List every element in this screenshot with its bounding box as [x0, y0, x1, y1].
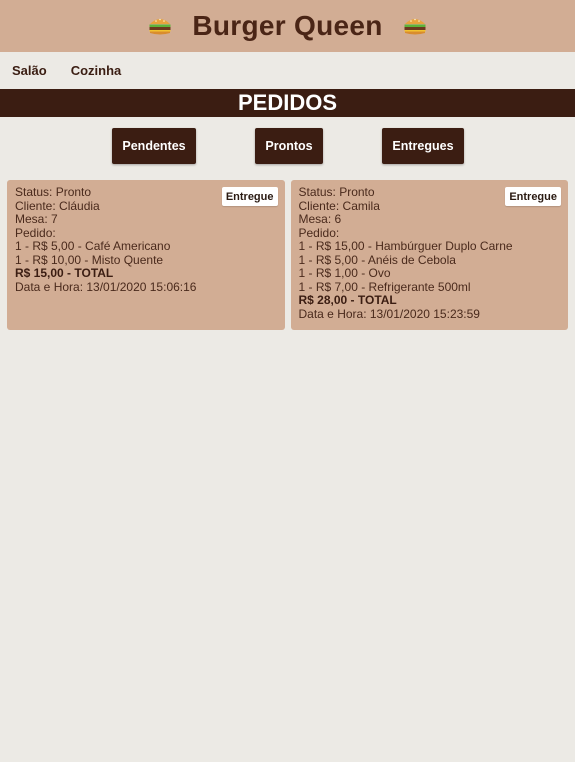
burger-icon: [149, 18, 171, 35]
order-card: Entregue Status: Pronto Cliente: Camila …: [290, 180, 568, 330]
order-list: Entregue Status: Pronto Cliente: Cláudia…: [7, 180, 568, 330]
order-card: Entregue Status: Pronto Cliente: Cláudia…: [7, 180, 285, 330]
order-item: 1 - R$ 15,00 - Hambúrguer Duplo Carne: [298, 239, 513, 253]
deliver-button[interactable]: Entregue: [221, 187, 278, 206]
main-nav: Salão Cozinha: [0, 52, 575, 89]
order-table: Mesa: 6: [298, 212, 342, 226]
nav-link-salao[interactable]: Salão: [12, 63, 47, 78]
order-item: 1 - R$ 1,00 - Ovo: [298, 266, 391, 280]
app-title: Burger Queen: [192, 10, 383, 41]
order-item: 1 - R$ 7,00 - Refrigerante 500ml: [298, 279, 471, 294]
tab-prontos[interactable]: Prontos: [255, 128, 323, 164]
order-item: 1 - R$ 5,00 - Café Americano: [15, 239, 171, 253]
order-total: R$ 28,00 - TOTAL: [298, 293, 397, 307]
order-item: 1 - R$ 5,00 - Anéis de Cebola: [298, 252, 456, 267]
order-datetime: Data e Hora: 13/01/2020 15:06:16: [15, 279, 197, 294]
tab-entregues[interactable]: Entregues: [382, 128, 464, 164]
app-header: Burger Queen: [0, 0, 575, 52]
tab-pendentes[interactable]: Pendentes: [112, 128, 196, 164]
order-item: 1 - R$ 10,00 - Misto Quente: [15, 252, 164, 267]
order-label: Pedido:: [15, 225, 56, 240]
order-datetime: Data e Hora: 13/01/2020 15:23:59: [298, 306, 480, 321]
burger-icon: [404, 18, 426, 35]
nav-link-cozinha[interactable]: Cozinha: [71, 63, 122, 78]
status-tabs: Pendentes Prontos Entregues: [0, 117, 575, 180]
order-table: Mesa: 7: [15, 212, 58, 226]
order-total: R$ 15,00 - TOTAL: [15, 266, 114, 280]
deliver-button[interactable]: Entregue: [505, 187, 561, 206]
order-label: Pedido:: [298, 225, 340, 240]
section-title: PEDIDOS: [0, 89, 575, 117]
